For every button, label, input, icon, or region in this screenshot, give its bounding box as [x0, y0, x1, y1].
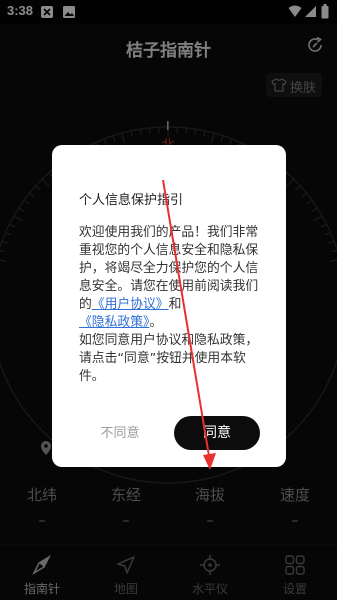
- dialog-body-text-2: 如您同意用户协议和隐私政策，请点击“同意”按钮并使用本软件。: [79, 333, 259, 384]
- dialog-title: 个人信息保护指引: [79, 193, 184, 208]
- dialog-and-text: 和: [168, 297, 182, 312]
- disagree-button[interactable]: 不同意: [85, 417, 155, 451]
- agree-button[interactable]: 同意: [174, 416, 260, 450]
- dialog-period: 。: [149, 315, 163, 330]
- privacy-policy-link[interactable]: 《隐私政策》: [79, 315, 149, 330]
- privacy-dialog: 个人信息保护指引 欢迎使用我们的产品！我们非常重视您的个人信息安全和隐私保护，将…: [52, 145, 286, 467]
- user-agreement-link[interactable]: 《用户协议》: [92, 297, 169, 312]
- dialog-body: 欢迎使用我们的产品！我们非常重视您的个人信息安全和隐私保护，将竭尽全力保护您的个…: [79, 224, 267, 386]
